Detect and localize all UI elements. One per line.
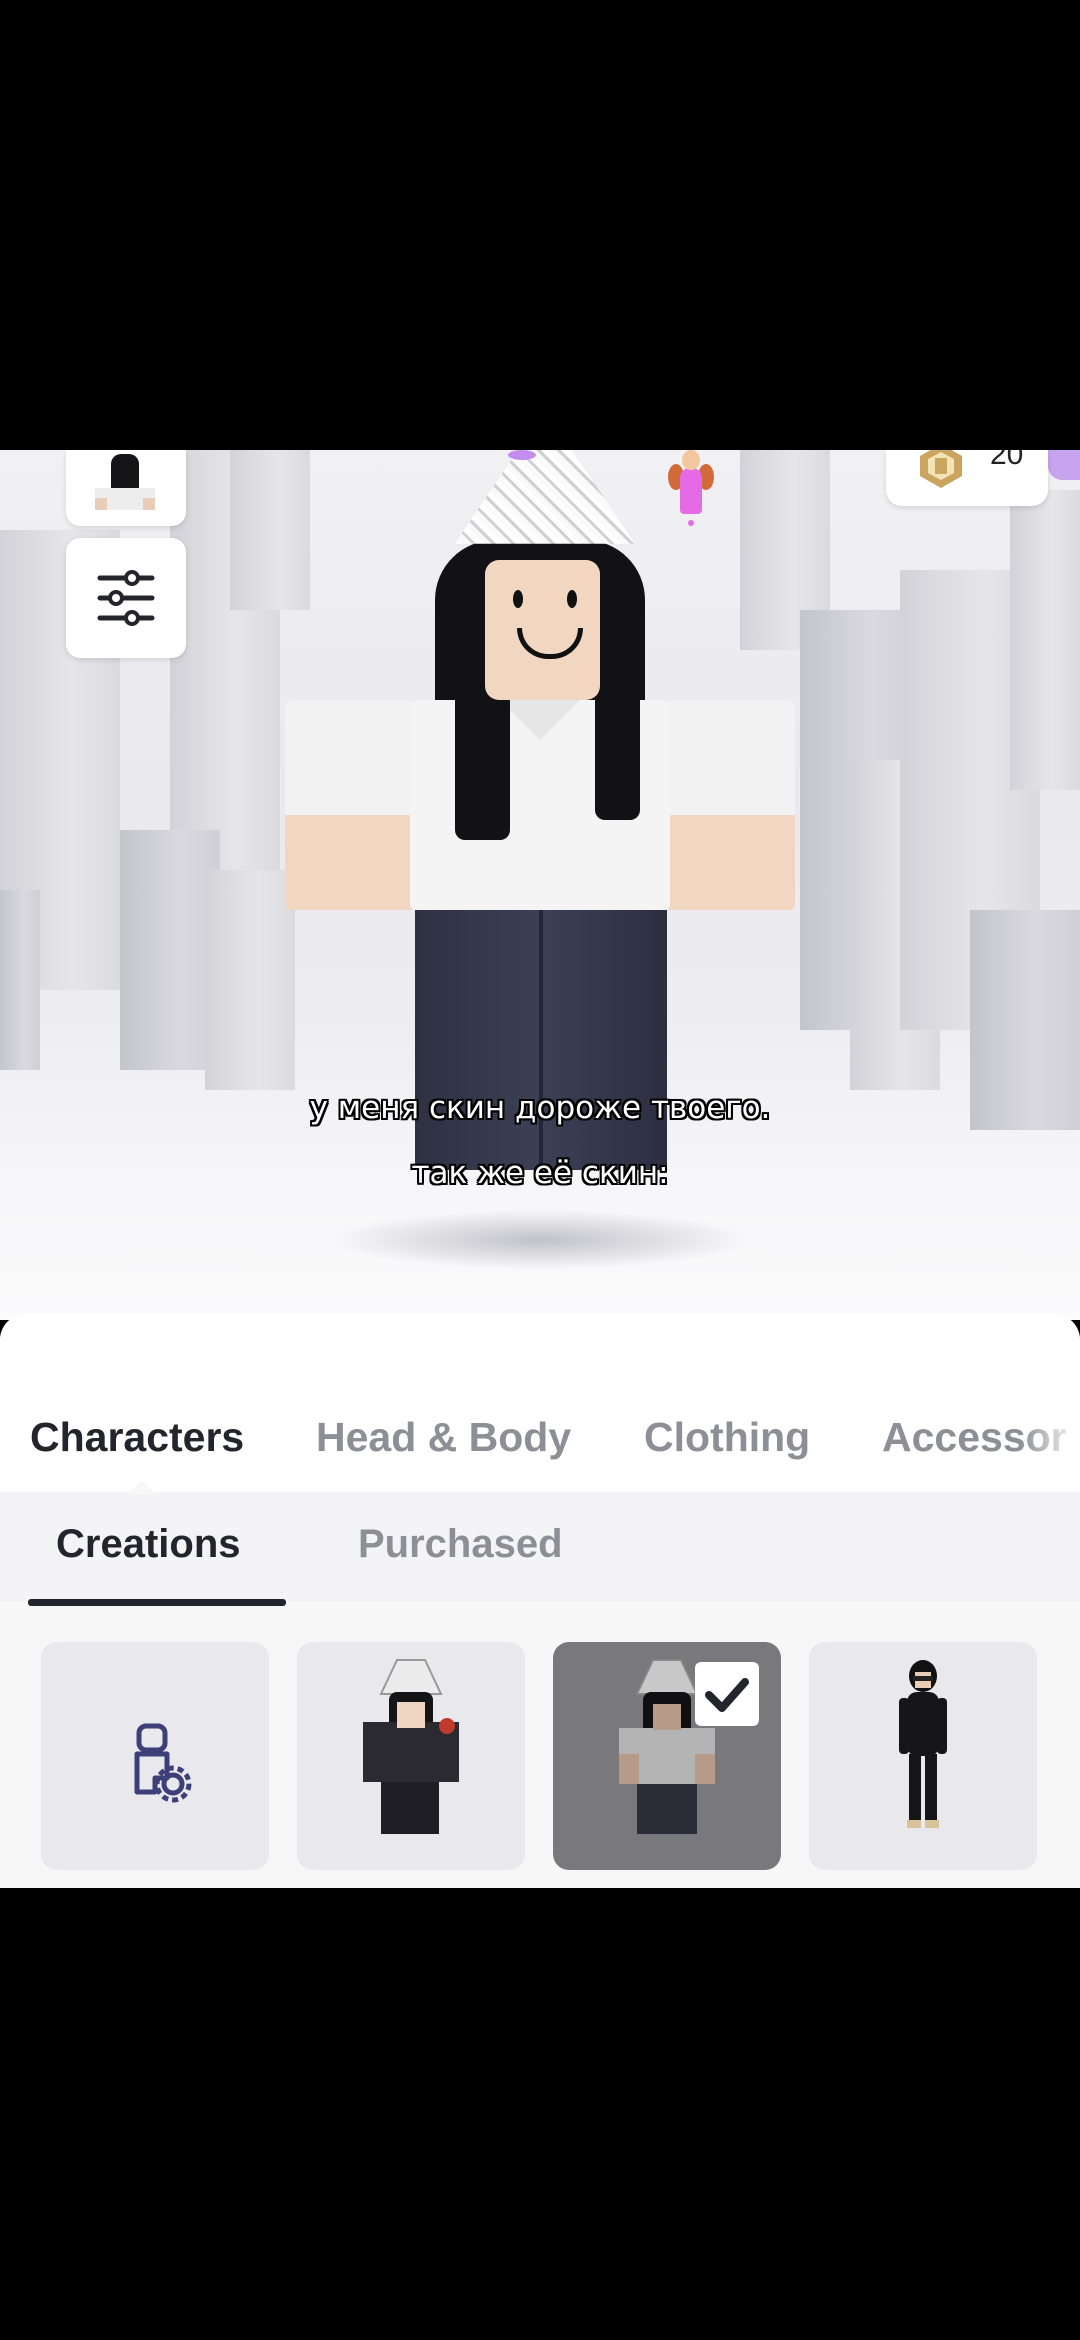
character-thumbnail [363, 1659, 459, 1834]
robux-amount: 20 [990, 450, 1024, 471]
tab-purchased[interactable]: Purchased [358, 1522, 563, 1567]
fairy-head [682, 450, 700, 470]
sliders-icon [97, 570, 155, 626]
fairy-sparkle [688, 520, 694, 526]
letterbox-top [0, 0, 1080, 450]
category-tabs: Characters Head & Body Clothing Accessor [0, 1414, 1080, 1474]
tab-head-body[interactable]: Head & Body [316, 1414, 571, 1461]
filter-settings-button[interactable] [66, 538, 186, 658]
subcategory-tabs: Creations Purchased [0, 1492, 1080, 1602]
tab-clothing[interactable]: Clothing [644, 1414, 810, 1461]
avatar-hair-strand [595, 650, 640, 820]
character-grid [0, 1642, 1080, 1872]
avatar-left-hand [285, 815, 415, 910]
fairy-body [680, 468, 702, 514]
purple-sparkle [508, 450, 536, 460]
avatar-eye [513, 590, 523, 608]
thumbnail-hand [95, 498, 107, 510]
robux-icon [920, 450, 962, 488]
checkmark-icon [705, 1678, 749, 1712]
character-tile[interactable] [809, 1642, 1037, 1870]
avatar-thumbnail-button[interactable] [66, 450, 186, 526]
avatar-eye [567, 590, 577, 608]
character-tile[interactable] [297, 1642, 525, 1870]
tab-creations[interactable]: Creations [56, 1522, 241, 1567]
character-thumbnail [899, 1660, 947, 1828]
avatar-thumbnail-icon [95, 454, 155, 514]
purple-glow [1048, 450, 1080, 480]
tab-fade [1020, 1406, 1080, 1486]
create-character-tile[interactable] [41, 1642, 269, 1870]
avatar-right-hand [665, 815, 795, 910]
letterbox-bottom [0, 1888, 1080, 2340]
selected-badge [695, 1662, 759, 1726]
fairy-accessory [668, 450, 714, 546]
person-gear-icon [134, 1723, 192, 1803]
character-tile-selected[interactable] [553, 1642, 781, 1870]
robux-balance[interactable]: 20 [886, 450, 1048, 506]
tab-characters[interactable]: Characters [30, 1414, 244, 1461]
thumbnail-hand [143, 498, 155, 510]
avatar-editor-panel: Characters Head & Body Clothing Accessor… [0, 1314, 1080, 1888]
video-caption: так же её скин: [411, 1155, 669, 1191]
video-caption: у меня скин дороже твоего. [309, 1090, 771, 1126]
subtab-underline [28, 1599, 286, 1606]
avatar-legs [415, 910, 667, 1170]
